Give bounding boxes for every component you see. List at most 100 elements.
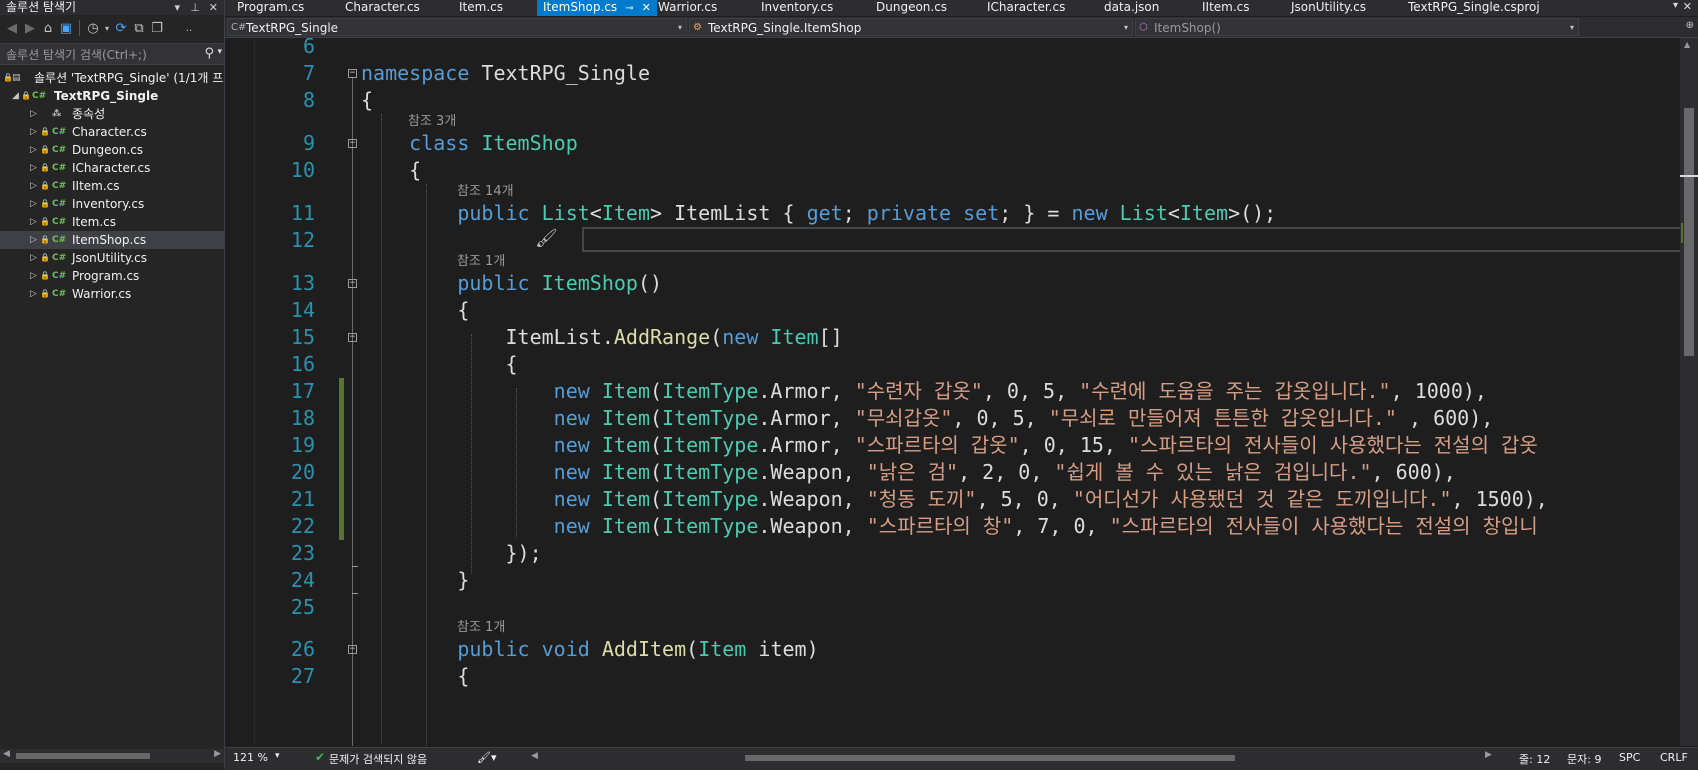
search-icon[interactable]: ⚲ bbox=[204, 46, 214, 61]
code-editor[interactable]: 🖌 6 7− namespace TextRPG_Single 8{9− class … bbox=[225, 38, 1698, 746]
code-line[interactable]: 6 bbox=[225, 38, 1698, 60]
code-line[interactable]: 18 new Item(ItemType.Armor, "무쇠갑옷", 0, 5… bbox=[225, 405, 1698, 432]
tree-solution-node[interactable]: 🔒 ▤ 솔루션 'TextRPG_Single' (1/1개 프로 bbox=[0, 69, 224, 87]
code-line[interactable]: 24 } bbox=[225, 567, 1698, 594]
code-line[interactable]: 11 public List<Item> ItemList { get; pri… bbox=[225, 200, 1698, 227]
tree-file-item[interactable]: ▷ 🔒 C# Program.cs bbox=[0, 267, 224, 285]
forward-icon[interactable]: ▶ bbox=[22, 20, 38, 36]
member-dropdown[interactable]: ⬡ ItemShop() ▾ bbox=[1135, 18, 1579, 36]
tree-file-item[interactable]: ▷ 🔒 C# Character.cs bbox=[0, 123, 224, 141]
code-line[interactable]: 12 bbox=[225, 227, 1698, 254]
switch-views-icon[interactable]: ▣ bbox=[58, 20, 74, 36]
collapsed-arrow-icon[interactable]: ▷ bbox=[30, 159, 37, 177]
tab-character-cs[interactable]: Character.cs bbox=[345, 0, 420, 16]
tab-icharacter-cs[interactable]: ICharacter.cs bbox=[987, 0, 1065, 16]
tree-project-node[interactable]: ◢ 🔒 C# TextRPG_Single bbox=[0, 87, 224, 105]
whitespace-mode[interactable]: SPC bbox=[1619, 751, 1640, 764]
collapsed-arrow-icon[interactable]: ▷ bbox=[30, 231, 37, 249]
zoom-dropdown-icon[interactable]: ▾ bbox=[275, 751, 280, 761]
issues-status[interactable]: 문제가 검색되지 않음 bbox=[329, 751, 427, 767]
code-line[interactable]: 7 − namespace TextRPG_Single bbox=[225, 60, 1698, 87]
search-options-icon[interactable]: ▾ bbox=[217, 47, 222, 57]
editor-horizontal-scroll-thumb[interactable] bbox=[745, 755, 1235, 761]
collapsed-arrow-icon[interactable]: ▷ bbox=[30, 249, 37, 267]
editor-vertical-scrollbar[interactable]: ▲ bbox=[1680, 38, 1698, 746]
home-icon[interactable]: ⌂ bbox=[40, 20, 56, 36]
collapse-all-icon[interactable]: ⧉ bbox=[131, 20, 147, 36]
tree-file-item[interactable]: ▷ 🔒 C# IItem.cs bbox=[0, 177, 224, 195]
scroll-thumb[interactable] bbox=[1684, 108, 1694, 356]
scroll-up-icon[interactable]: ▲ bbox=[1684, 40, 1690, 49]
code-line[interactable]: 17 new Item(ItemType.Armor, "수련자 갑옷", 0,… bbox=[225, 378, 1698, 405]
collapse-region-icon[interactable]: − bbox=[348, 645, 357, 654]
project-dropdown[interactable]: C# TextRPG_Single ▾ bbox=[227, 18, 687, 36]
collapsed-arrow-icon[interactable]: ▷ bbox=[30, 105, 37, 123]
tree-file-item[interactable]: ▷ 🔒 C# Inventory.cs bbox=[0, 195, 224, 213]
close-all-icon[interactable]: ✕ bbox=[1683, 0, 1692, 13]
tree-file-item[interactable]: ▷ 🔒 C# Dungeon.cs bbox=[0, 141, 224, 159]
zoom-level[interactable]: 121 % bbox=[233, 751, 268, 764]
tab-dungeon-cs[interactable]: Dungeon.cs bbox=[876, 0, 947, 16]
solution-search-box[interactable]: 솔루션 탐색기 검색(Ctrl+;) ⚲ ▾ bbox=[0, 43, 224, 65]
show-all-files-icon[interactable]: ❐ bbox=[149, 20, 165, 36]
type-dropdown[interactable]: ⚙ TextRPG_Single.ItemShop ▾ bbox=[689, 18, 1133, 36]
more-icon[interactable]: ‥ bbox=[181, 20, 197, 36]
code-line[interactable]: 26 − public void AddItem(Item item) bbox=[225, 636, 1698, 663]
pin-icon[interactable]: ⊸ bbox=[625, 3, 633, 14]
scroll-right-icon[interactable]: ▶ bbox=[1485, 750, 1492, 760]
collapsed-arrow-icon[interactable]: ▷ bbox=[30, 285, 37, 303]
tab-itemshop-cs[interactable]: ItemShop.cs ⊸ ✕ bbox=[537, 0, 657, 16]
tab-overflow-icon[interactable]: ▾ bbox=[1673, 0, 1678, 11]
pending-changes-icon[interactable]: ◷ bbox=[85, 20, 101, 36]
close-icon[interactable]: ✕ bbox=[209, 0, 218, 15]
pin-icon[interactable]: ⊥ bbox=[190, 0, 200, 15]
collapsed-arrow-icon[interactable]: ▷ bbox=[30, 267, 37, 285]
code-line[interactable]: 15 − ItemList.AddRange(new Item[] bbox=[225, 324, 1698, 351]
collapsed-arrow-icon[interactable]: ▷ bbox=[30, 123, 37, 141]
codelens-references[interactable]: 참조 14개 bbox=[457, 180, 514, 199]
collapse-region-icon[interactable]: − bbox=[348, 139, 357, 148]
code-cleanup-icon[interactable]: 🖌▾ bbox=[477, 751, 497, 764]
code-line[interactable]: 16 { bbox=[225, 351, 1698, 378]
dropdown-arrow-icon[interactable]: ▾ bbox=[103, 20, 111, 36]
sync-icon[interactable]: ⟳ bbox=[113, 20, 129, 36]
collapse-region-icon[interactable]: − bbox=[348, 333, 357, 342]
tree-file-item[interactable]: ▷ 🔒 C# JsonUtility.cs bbox=[0, 249, 224, 267]
panel-menu-icon[interactable]: ▾ bbox=[174, 0, 180, 15]
tree-file-item[interactable]: ▷ 🔒 C# ICharacter.cs bbox=[0, 159, 224, 177]
tab-data-json[interactable]: data.json bbox=[1104, 0, 1159, 16]
tab-textrpg-single-csproj[interactable]: TextRPG_Single.csproj bbox=[1408, 0, 1540, 16]
collapsed-arrow-icon[interactable]: ▷ bbox=[30, 177, 37, 195]
tab-item-cs[interactable]: Item.cs bbox=[459, 0, 503, 16]
tree-file-item[interactable]: ▷ 🔒 C# ItemShop.cs bbox=[0, 231, 224, 249]
codelens-references[interactable]: 참조 1개 bbox=[457, 616, 505, 635]
scroll-left-icon[interactable]: ◀ bbox=[531, 751, 538, 761]
scroll-left-icon[interactable]: ◀ bbox=[3, 749, 10, 759]
code-line[interactable]: 22 new Item(ItemType.Weapon, "스파르타의 창", … bbox=[225, 513, 1698, 540]
collapse-region-icon[interactable]: − bbox=[348, 69, 357, 78]
code-line[interactable]: 10 { bbox=[225, 157, 1698, 184]
line-ending-mode[interactable]: CRLF bbox=[1660, 751, 1688, 764]
code-line[interactable]: 23 }); bbox=[225, 540, 1698, 567]
code-line[interactable]: 27 { bbox=[225, 663, 1698, 690]
tab-iitem-cs[interactable]: IItem.cs bbox=[1202, 0, 1250, 16]
tab-program-cs[interactable]: Program.cs bbox=[237, 0, 304, 16]
codelens-references[interactable]: 참조 1개 bbox=[457, 250, 505, 269]
code-line[interactable]: 21 new Item(ItemType.Weapon, "청동 도끼", 5,… bbox=[225, 486, 1698, 513]
scroll-thumb[interactable] bbox=[16, 753, 150, 759]
close-tab-icon[interactable]: ✕ bbox=[642, 1, 651, 14]
collapsed-arrow-icon[interactable]: ▷ bbox=[30, 213, 37, 231]
collapsed-arrow-icon[interactable]: ▷ bbox=[30, 195, 37, 213]
collapsed-arrow-icon[interactable]: ▷ bbox=[30, 141, 37, 159]
code-line[interactable]: 20 new Item(ItemType.Weapon, "낡은 검", 2, … bbox=[225, 459, 1698, 486]
back-icon[interactable]: ◀ bbox=[4, 20, 20, 36]
expanded-arrow-icon[interactable]: ◢ bbox=[12, 87, 19, 105]
code-line[interactable]: 25 bbox=[225, 594, 1698, 621]
split-editor-icon[interactable]: ⊕ bbox=[1686, 20, 1694, 31]
tree-file-item[interactable]: ▷ 🔒 C# Item.cs bbox=[0, 213, 224, 231]
tree-file-item[interactable]: ▷ ⁂ 종속성 bbox=[0, 105, 224, 123]
codelens-references[interactable]: 참조 3개 bbox=[408, 110, 456, 129]
code-line[interactable]: 19 new Item(ItemType.Armor, "스파르타의 갑옷", … bbox=[225, 432, 1698, 459]
code-line[interactable]: 14 { bbox=[225, 297, 1698, 324]
code-line[interactable]: 9 − class ItemShop bbox=[225, 130, 1698, 157]
